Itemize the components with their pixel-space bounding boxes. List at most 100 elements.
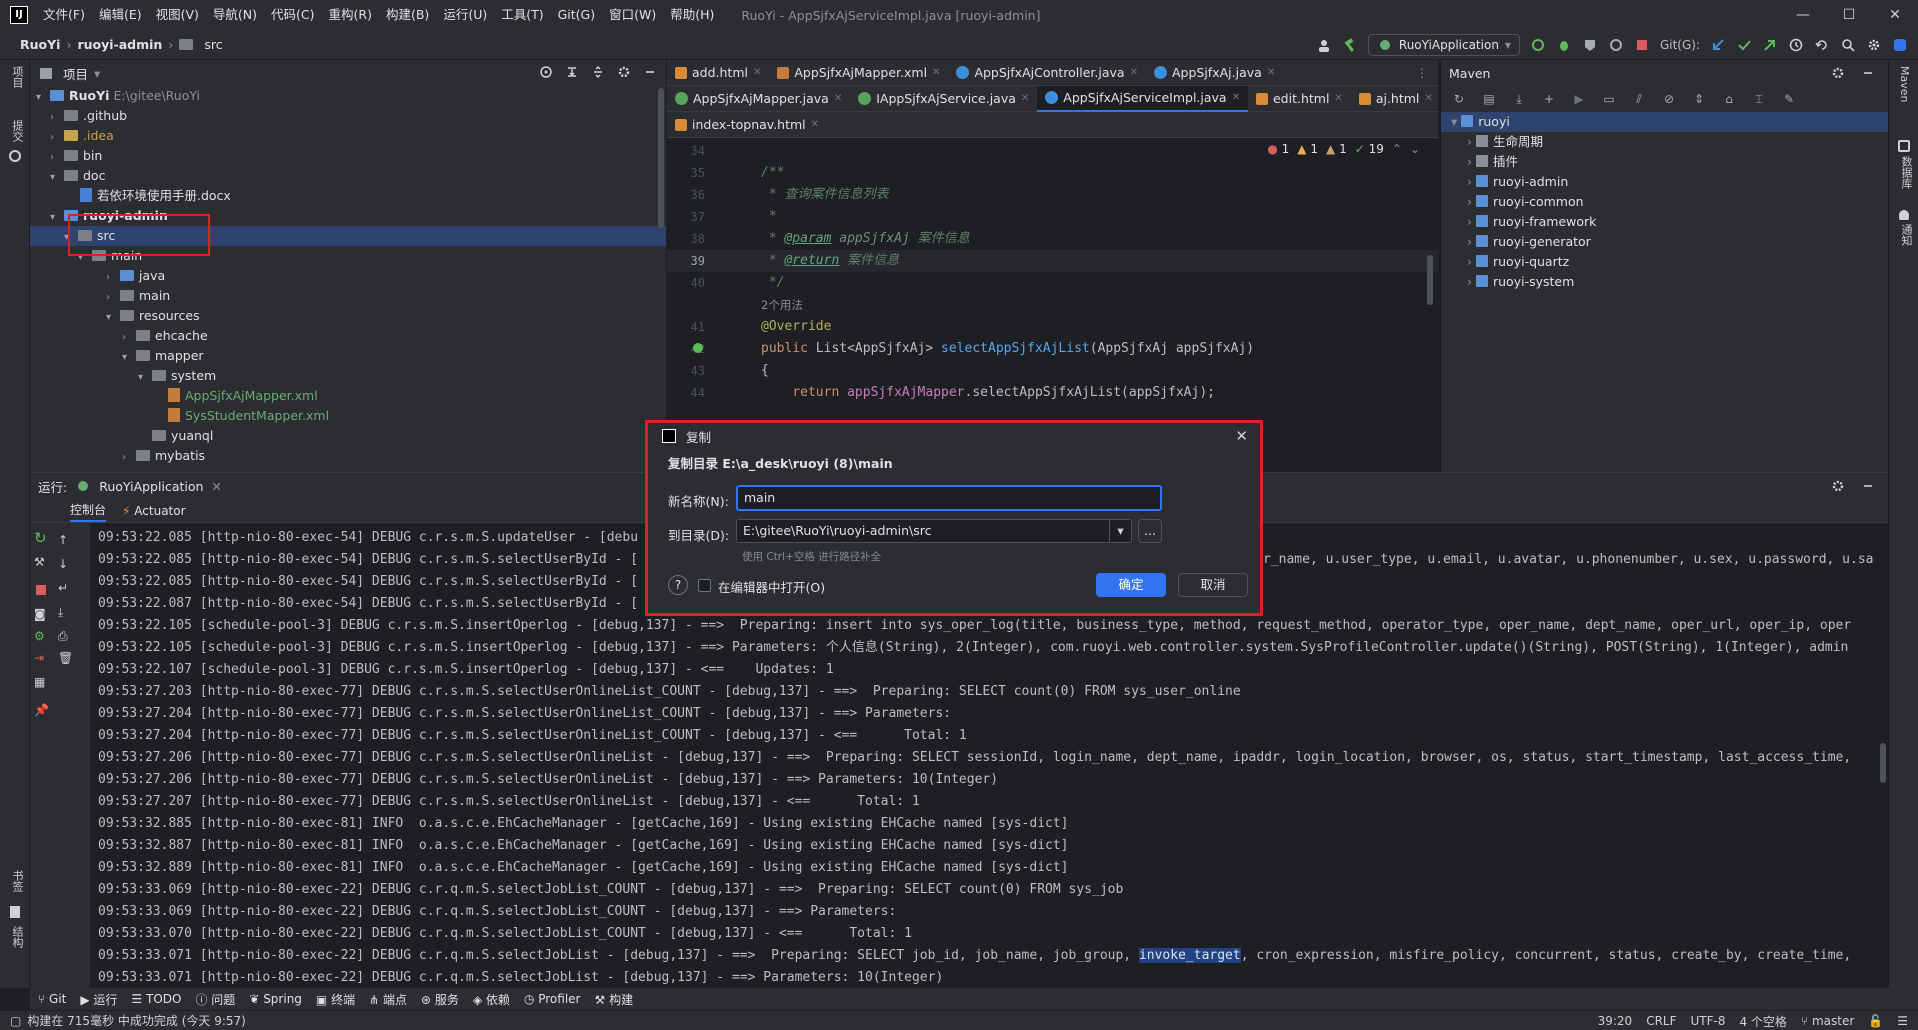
search-icon[interactable]: [1840, 37, 1856, 53]
stripe-bookmarks[interactable]: 书签: [9, 870, 25, 892]
hide-panel-icon[interactable]: [1860, 65, 1876, 81]
add-icon[interactable]: +: [1541, 91, 1557, 107]
pin-icon[interactable]: 📌: [34, 703, 49, 717]
collapse-all-icon[interactable]: [590, 64, 606, 80]
editor-tab[interactable]: aj.html ✕: [1351, 86, 1441, 112]
notification-bell-icon[interactable]: [1899, 210, 1909, 220]
close-tab-icon[interactable]: ✕: [1334, 93, 1342, 104]
status-message[interactable]: 构建在 715毫秒 中成功完成 (今天 9:57): [27, 1012, 245, 1029]
tool-profiler[interactable]: ◷ Profiler: [524, 992, 581, 1006]
reload-icon[interactable]: ↻: [1451, 91, 1467, 107]
tool-run[interactable]: ▶ 运行: [80, 991, 117, 1008]
stop-icon[interactable]: [1634, 37, 1650, 53]
editor-scrollbar[interactable]: [1427, 255, 1433, 305]
close-tab-icon[interactable]: ✕: [1424, 93, 1432, 104]
tree-item-root[interactable]: ▾ RuoYi E:\gitee\RuoYi: [30, 86, 666, 106]
maven-item-plugins[interactable]: › 插件: [1441, 152, 1888, 172]
rerun-icon[interactable]: ↻: [34, 529, 47, 547]
commit-icon[interactable]: [9, 150, 21, 162]
ide-logo-icon[interactable]: [1892, 37, 1908, 53]
tool-git[interactable]: ⑂ Git: [38, 992, 66, 1006]
wrench-icon[interactable]: ⚒: [34, 555, 45, 569]
menu-file[interactable]: 文件(F): [36, 0, 92, 30]
run-config-selector[interactable]: RuoYiApplication ▾: [1367, 34, 1520, 56]
indent-setting[interactable]: 4 个空格: [1739, 1013, 1786, 1030]
editor-tab[interactable]: index-topnav.html ✕: [667, 112, 827, 138]
close-tab-icon[interactable]: ✕: [211, 479, 221, 494]
history-icon[interactable]: [1788, 37, 1804, 53]
close-tab-icon[interactable]: ✕: [834, 93, 842, 104]
maven-item-ruoyi-common[interactable]: › ruoyi-common: [1441, 192, 1888, 212]
rerun-icon[interactable]: [1530, 37, 1546, 53]
cancel-button[interactable]: 取消: [1178, 573, 1248, 597]
stop-icon[interactable]: [36, 585, 46, 595]
intellij-logo-icon[interactable]: IJ: [10, 6, 28, 24]
bookmark-icon[interactable]: [10, 906, 20, 918]
maven-item-lifecycle[interactable]: › 生命周期: [1441, 132, 1888, 152]
menu-run[interactable]: 运行(U): [436, 0, 494, 30]
minimize-icon[interactable]: —: [1780, 0, 1826, 30]
rollback-icon[interactable]: [1814, 37, 1830, 53]
tree-scrollbar[interactable]: [658, 88, 664, 228]
open-in-editor-label[interactable]: 在编辑器中打开(O): [718, 577, 825, 596]
editor-tab[interactable]: AppSjfxAj.java ✕: [1146, 60, 1283, 86]
trash-icon[interactable]: 🗑: [58, 651, 73, 665]
target-dir-input[interactable]: E:\gitee\RuoYi\ruoyi-admin\src ▾: [736, 519, 1132, 543]
stripe-maven[interactable]: Maven: [1898, 66, 1911, 102]
debug-restart-icon[interactable]: ⚙: [34, 629, 45, 643]
tree-item-yuanql[interactable]: yuanql: [30, 426, 666, 446]
menu-code[interactable]: 代码(C): [264, 0, 321, 30]
menu-refactor[interactable]: 重构(R): [322, 0, 379, 30]
stripe-notifications[interactable]: 通知: [1898, 224, 1914, 246]
close-tab-icon[interactable]: ✕: [1267, 67, 1275, 78]
editor-tab[interactable]: AppSjfxAjMapper.xml ✕: [769, 60, 948, 86]
breadcrumb-folder[interactable]: src: [204, 37, 222, 52]
menu-git[interactable]: Git(G): [551, 0, 603, 30]
editor-tab[interactable]: AppSjfxAjMapper.java ✕: [667, 86, 850, 112]
settings-gear-icon[interactable]: [1830, 478, 1846, 494]
expand-all-icon[interactable]: [564, 64, 580, 80]
breadcrumb-project[interactable]: RuoYi: [20, 37, 60, 52]
profiler-icon[interactable]: [1608, 37, 1624, 53]
more-tabs-icon[interactable]: ⋮: [1416, 66, 1428, 80]
stripe-commit[interactable]: 提交: [9, 120, 25, 142]
tree-item-main-nested[interactable]: › main: [30, 286, 666, 306]
exit-icon[interactable]: ⇥: [34, 651, 44, 665]
console-scrollbar[interactable]: [1880, 743, 1886, 783]
close-tab-icon[interactable]: ✕: [1130, 67, 1138, 78]
soft-wrap-icon[interactable]: ↵: [58, 581, 68, 595]
close-icon[interactable]: ✕: [1872, 0, 1918, 30]
analyze-icon[interactable]: ⌶: [1751, 91, 1767, 107]
toggle-offline-icon[interactable]: ▭: [1601, 91, 1617, 107]
project-panel-title[interactable]: 项目: [63, 64, 88, 83]
memory-icon[interactable]: ☰: [1897, 1014, 1908, 1028]
git-push-icon[interactable]: [1762, 37, 1778, 53]
tree-item-sysstudentmapper-xml[interactable]: SysStudentMapper.xml: [30, 406, 666, 426]
debug-icon[interactable]: [1556, 37, 1572, 53]
menu-build[interactable]: 构建(B): [379, 0, 436, 30]
maven-item-ruoyi-admin[interactable]: › ruoyi-admin: [1441, 172, 1888, 192]
menu-edit[interactable]: 编辑(E): [92, 0, 149, 30]
tree-item-github[interactable]: › .github: [30, 106, 666, 126]
lock-icon[interactable]: 🔓: [1868, 1014, 1883, 1028]
chevron-down-icon[interactable]: ▾: [94, 66, 100, 81]
close-icon[interactable]: ✕: [1235, 427, 1248, 445]
tree-item-mybatis[interactable]: › mybatis: [30, 446, 666, 466]
tree-item-manual-docx[interactable]: 若依环境使用手册.docx: [30, 186, 666, 206]
help-icon[interactable]: ?: [668, 575, 688, 595]
tab-actuator[interactable]: ⚡ Actuator: [122, 504, 186, 518]
editor-tab[interactable]: IAppSjfxAjService.java ✕: [850, 86, 1037, 112]
editor-tab[interactable]: edit.html ✕: [1248, 86, 1351, 112]
add-folder-icon[interactable]: ▤: [1481, 91, 1497, 107]
locate-icon[interactable]: [538, 64, 554, 80]
collapse-icon[interactable]: ⇕: [1691, 91, 1707, 107]
tool-endpoints[interactable]: ⋔ 端点: [369, 991, 407, 1008]
ok-button[interactable]: 确定: [1096, 573, 1166, 597]
tree-item-mapper[interactable]: ▾ mapper: [30, 346, 666, 366]
open-in-editor-checkbox[interactable]: [698, 579, 711, 592]
tree-item-java[interactable]: › java: [30, 266, 666, 286]
stripe-project[interactable]: 项目: [9, 66, 25, 88]
hide-panel-icon[interactable]: [642, 64, 658, 80]
git-update-icon[interactable]: [1710, 37, 1726, 53]
coverage-icon[interactable]: [1582, 37, 1598, 53]
